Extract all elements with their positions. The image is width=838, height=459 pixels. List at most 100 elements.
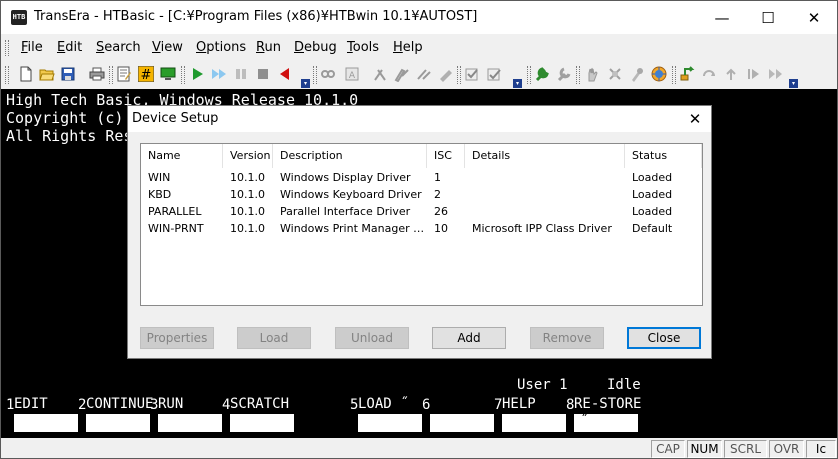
column-header-version[interactable]: Version bbox=[223, 144, 273, 168]
minimize-button[interactable]: — bbox=[699, 1, 745, 34]
wrench-icon bbox=[535, 67, 549, 82]
copy-button bbox=[393, 65, 411, 83]
new-file-button[interactable] bbox=[17, 65, 35, 83]
function-key-label-box[interactable] bbox=[86, 414, 150, 432]
function-key-label-box[interactable] bbox=[230, 414, 294, 432]
print-icon bbox=[89, 67, 105, 81]
close-button[interactable]: Close bbox=[627, 327, 701, 349]
function-key-label-box[interactable] bbox=[502, 414, 566, 432]
app-icon[interactable]: HTB bbox=[11, 10, 27, 25]
menu-debug[interactable]: Debug bbox=[294, 40, 337, 55]
column-header-isc[interactable]: ISC bbox=[427, 144, 465, 168]
toolbar-overflow-icon[interactable]: ▾ bbox=[789, 79, 798, 88]
save-button[interactable] bbox=[59, 65, 77, 83]
check-all-button bbox=[485, 65, 503, 83]
add-button[interactable]: Add bbox=[432, 327, 506, 349]
wrench-button[interactable] bbox=[533, 65, 551, 83]
table-cell-name: WIN-PRNT bbox=[148, 222, 204, 235]
step-over-button bbox=[700, 65, 718, 83]
table-cell-name: PARALLEL bbox=[148, 205, 202, 218]
function-key-label: EDIT bbox=[14, 396, 80, 414]
menu-help[interactable]: Help bbox=[393, 40, 423, 55]
tools-icon bbox=[557, 67, 571, 82]
unload-button: Unload bbox=[335, 327, 409, 349]
column-header-status[interactable]: Status bbox=[625, 144, 702, 168]
function-key-4[interactable]: 4 SCRATCH bbox=[222, 396, 296, 432]
menu-search[interactable]: Search bbox=[96, 40, 141, 55]
run-state: Idle bbox=[607, 377, 641, 393]
function-key-7[interactable]: 7 HELP bbox=[494, 396, 568, 432]
check-icon bbox=[465, 68, 478, 81]
toolbar-grip-icon[interactable] bbox=[672, 66, 676, 84]
toolbar-grip-icon[interactable] bbox=[527, 66, 531, 84]
globe-button[interactable] bbox=[650, 65, 668, 83]
step-back-button[interactable] bbox=[276, 65, 294, 83]
break-button bbox=[606, 65, 624, 83]
status-bar: CAP NUM SCRL OVR Ic bbox=[1, 438, 837, 458]
table-cell-description: Windows Keyboard Driver bbox=[280, 188, 422, 201]
table-row[interactable]: KBD 10.1.0 Windows Keyboard Driver 2 Loaded bbox=[141, 186, 702, 203]
globe-icon bbox=[651, 66, 667, 82]
edit-document-button[interactable] bbox=[115, 65, 133, 83]
table-row[interactable]: WIN 10.1.0 Windows Display Driver 1 Loaded bbox=[141, 169, 702, 186]
function-key-2[interactable]: 2 CONTINUE bbox=[78, 396, 153, 432]
continue-button[interactable] bbox=[210, 65, 228, 83]
toolbar-grip-icon[interactable] bbox=[181, 66, 185, 84]
find-icon bbox=[321, 70, 335, 78]
title-bar[interactable]: HTB TransEra - HTBasic - [C:¥Program Fil… bbox=[1, 1, 837, 34]
delete-button bbox=[437, 65, 455, 83]
menu-view[interactable]: View bbox=[152, 40, 183, 55]
run-button[interactable] bbox=[188, 65, 206, 83]
function-key-label-box[interactable] bbox=[430, 414, 494, 432]
menu-options[interactable]: Options bbox=[196, 40, 246, 55]
maximize-button[interactable]: ☐ bbox=[745, 1, 791, 34]
function-key-1[interactable]: 1 EDIT bbox=[6, 396, 80, 432]
menu-grip-icon[interactable] bbox=[5, 40, 9, 56]
print-button[interactable] bbox=[88, 65, 106, 83]
toolbar-grip-icon[interactable] bbox=[576, 66, 580, 84]
menu-edit[interactable]: Edit bbox=[57, 40, 82, 55]
hash-button[interactable]: # bbox=[137, 65, 155, 83]
table-row[interactable]: WIN-PRNT 10.1.0 Windows Print Manager Dri.… bbox=[141, 220, 702, 237]
function-key-5[interactable]: 5 LOAD ˝ bbox=[350, 396, 424, 432]
menu-run[interactable]: Run bbox=[256, 40, 281, 55]
hand-icon bbox=[588, 67, 598, 82]
function-key-label: LOAD ˝ bbox=[358, 396, 424, 414]
function-key-8[interactable]: 8 RE-STORE ˝ bbox=[566, 396, 641, 432]
run-to-cursor-button bbox=[766, 65, 784, 83]
dialog-title-bar[interactable]: Device Setup ✕ bbox=[128, 106, 711, 132]
function-key-label-box[interactable] bbox=[158, 414, 222, 432]
toolbar-overflow-icon[interactable]: ▾ bbox=[513, 79, 522, 88]
cut-icon bbox=[374, 69, 386, 81]
table-cell-description: Parallel Interface Driver bbox=[280, 205, 411, 218]
device-list[interactable]: Name Version Description ISC Details Status W… bbox=[140, 143, 703, 306]
toolbar-overflow-icon[interactable]: ▾ bbox=[301, 79, 310, 88]
column-header-description[interactable]: Description bbox=[273, 144, 427, 168]
column-header-details[interactable]: Details bbox=[465, 144, 625, 168]
toolbar-grip-icon[interactable] bbox=[109, 66, 113, 84]
remove-button: Remove bbox=[530, 327, 604, 349]
toolbar-grip-icon[interactable] bbox=[457, 66, 461, 84]
close-button[interactable]: ✕ bbox=[791, 1, 837, 34]
menu-file[interactable]: File bbox=[21, 40, 43, 55]
function-key-label-box[interactable] bbox=[14, 414, 78, 432]
table-row[interactable]: PARALLEL 10.1.0 Parallel Interface Driver 2… bbox=[141, 203, 702, 220]
column-header-name[interactable]: Name bbox=[141, 144, 223, 168]
toolbar-grip-icon[interactable] bbox=[313, 66, 317, 84]
menu-tools[interactable]: Tools bbox=[347, 40, 379, 55]
function-key-label-continued: ˝ bbox=[580, 413, 589, 429]
dialog-close-button[interactable]: ✕ bbox=[683, 108, 707, 130]
status-scrl: SCRL bbox=[724, 440, 767, 458]
function-key-label-box[interactable] bbox=[358, 414, 422, 432]
monitor-button[interactable] bbox=[159, 65, 177, 83]
tools-button bbox=[555, 65, 573, 83]
toolbar-grip-icon[interactable] bbox=[5, 66, 9, 84]
function-key-6[interactable]: 6 bbox=[422, 396, 496, 432]
delete-icon bbox=[440, 70, 452, 82]
step-into-button[interactable] bbox=[678, 65, 696, 83]
status-num: NUM bbox=[687, 440, 722, 458]
open-folder-button[interactable] bbox=[38, 65, 56, 83]
table-cell-status: Loaded bbox=[632, 205, 673, 218]
run-icon bbox=[193, 68, 203, 80]
function-key-3[interactable]: 3 RUN bbox=[150, 396, 224, 432]
